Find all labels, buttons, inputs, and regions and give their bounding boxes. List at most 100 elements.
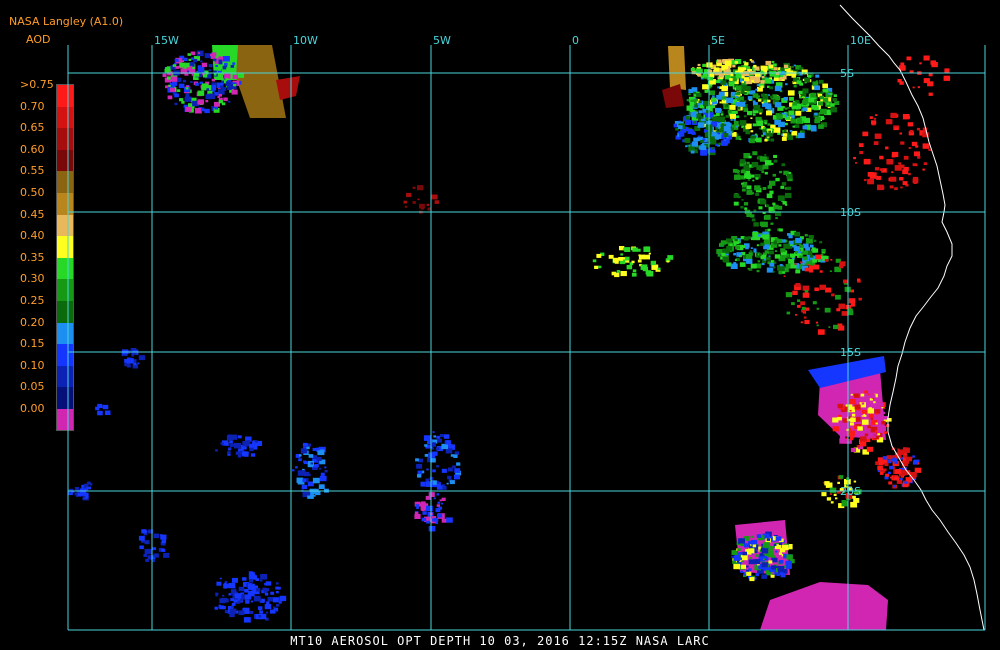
aerosol-pixel bbox=[787, 132, 790, 135]
aerosol-pixel bbox=[752, 93, 759, 98]
aerosol-pixel bbox=[912, 163, 917, 167]
aerosol-pixel bbox=[740, 99, 744, 102]
aerosol-pixel bbox=[426, 203, 430, 206]
aerosol-pixel bbox=[882, 411, 886, 414]
aerosol-pixel bbox=[837, 481, 840, 484]
aerosol-pixel bbox=[819, 108, 827, 115]
aerosol-pixel bbox=[877, 465, 883, 471]
aerosol-pixel bbox=[802, 107, 806, 111]
aerosol-pixel bbox=[179, 98, 184, 102]
aerosol-pixel bbox=[220, 85, 224, 89]
aerosol-pixel bbox=[145, 530, 148, 533]
aerosol-pixel bbox=[912, 86, 915, 89]
aerosol-pixel bbox=[763, 74, 766, 76]
aerosol-pixel bbox=[425, 481, 433, 487]
aerosol-pixel bbox=[638, 254, 645, 260]
aerosol-pixel bbox=[885, 424, 890, 428]
aerosol-pixel bbox=[439, 434, 444, 437]
aerosol-pixel bbox=[722, 137, 725, 140]
aerosol-pixel bbox=[239, 598, 243, 602]
aerosol-pixel bbox=[875, 114, 878, 116]
aerosol-pixel bbox=[857, 426, 863, 431]
aerosol-pixel bbox=[733, 110, 738, 114]
aerosol-pixel bbox=[742, 67, 747, 71]
aerosol-pixel bbox=[715, 79, 720, 83]
aerosol-pixel bbox=[278, 601, 282, 604]
aerosol-pixel bbox=[415, 458, 419, 462]
aerosol-pixel bbox=[715, 127, 719, 130]
aerosol-pixel bbox=[719, 73, 725, 78]
aerosol-pixel bbox=[859, 151, 864, 155]
aerosol-pixel bbox=[815, 254, 822, 260]
aerosol-pixel bbox=[812, 258, 817, 263]
aerosol-pixel bbox=[435, 522, 438, 525]
aerosol-pixel bbox=[768, 64, 774, 69]
aerosol-pixel bbox=[756, 244, 760, 247]
aerosol-pixel bbox=[781, 163, 786, 167]
aerosol-pixel bbox=[729, 243, 733, 246]
aerosol-pixel bbox=[218, 604, 221, 607]
aerosol-pixel bbox=[866, 446, 874, 452]
aerosol-pixel bbox=[753, 250, 757, 253]
aerosol-pixel bbox=[873, 117, 877, 120]
aerosol-pixel bbox=[721, 252, 726, 257]
aerosol-pixel bbox=[230, 598, 234, 602]
aerosol-pixel bbox=[160, 534, 167, 540]
aerosol-pixel bbox=[902, 181, 908, 186]
latitude-label: 10S bbox=[840, 206, 861, 219]
aerosol-pixel bbox=[752, 544, 757, 548]
aerosol-pixel bbox=[414, 514, 421, 519]
aerosol-pixel bbox=[702, 84, 709, 90]
aerosol-pixel bbox=[854, 393, 860, 398]
aerosol-pixel bbox=[711, 97, 717, 102]
aerosol-pixel bbox=[214, 106, 218, 110]
aerosol-pixel bbox=[732, 168, 738, 173]
aerosol-pixel bbox=[794, 263, 797, 265]
aerosol-pixel bbox=[741, 560, 744, 563]
aerosol-pixel bbox=[773, 77, 779, 81]
aerosol-pixel bbox=[837, 416, 842, 421]
aerosol-pixel bbox=[720, 113, 724, 116]
aerosol-pixel bbox=[773, 154, 777, 158]
aerosol-pixel bbox=[769, 180, 776, 186]
aerosol-pixel bbox=[429, 476, 434, 480]
aerosol-pixel bbox=[730, 119, 733, 121]
aerosol-pixel bbox=[885, 146, 889, 150]
aerosol-pixel bbox=[259, 610, 263, 614]
aerosol-pixel bbox=[709, 86, 712, 89]
aerosol-pixel bbox=[725, 114, 730, 118]
aerosol-pixel bbox=[190, 51, 196, 56]
aerosol-pixel bbox=[766, 204, 770, 207]
aerosol-pixel bbox=[153, 553, 159, 558]
aerosol-pixel bbox=[260, 574, 268, 580]
aerosol-pixel bbox=[804, 319, 810, 325]
aerosol-pixel bbox=[443, 434, 450, 439]
aerosol-pixel bbox=[737, 548, 741, 551]
aerosol-pixel bbox=[632, 269, 637, 273]
aerosol-pixel bbox=[731, 550, 738, 555]
aerosol-pixel bbox=[869, 173, 877, 179]
aerosol-pixel bbox=[793, 81, 797, 84]
aerosol-pixel bbox=[914, 151, 920, 157]
aerosol-pixel bbox=[741, 184, 746, 188]
aerosol-pixel bbox=[596, 253, 602, 258]
aerosol-pixel bbox=[748, 548, 755, 554]
aerosol-pixel bbox=[808, 97, 815, 103]
aerosol-pixel bbox=[761, 562, 768, 568]
aerosol-pixel bbox=[733, 119, 736, 121]
aerosol-pixel bbox=[275, 591, 279, 594]
aerosol-pixel bbox=[802, 292, 810, 298]
aerosol-pixel bbox=[808, 75, 812, 78]
aerosol-pixel bbox=[223, 583, 229, 588]
aerosol-pixel bbox=[734, 174, 741, 180]
aerosol-pixel bbox=[231, 602, 236, 606]
aerosol-pixel bbox=[312, 447, 317, 451]
aerosol-pixel bbox=[832, 98, 838, 102]
aerosol-pixel bbox=[784, 204, 788, 206]
aerosol-pixel bbox=[226, 67, 230, 70]
aerosol-pixel bbox=[774, 250, 778, 252]
aerosol-pixel bbox=[795, 237, 802, 244]
aerosol-pixel bbox=[742, 188, 746, 192]
aerosol-pixel bbox=[783, 275, 786, 277]
aerosol-pixel bbox=[178, 83, 185, 89]
